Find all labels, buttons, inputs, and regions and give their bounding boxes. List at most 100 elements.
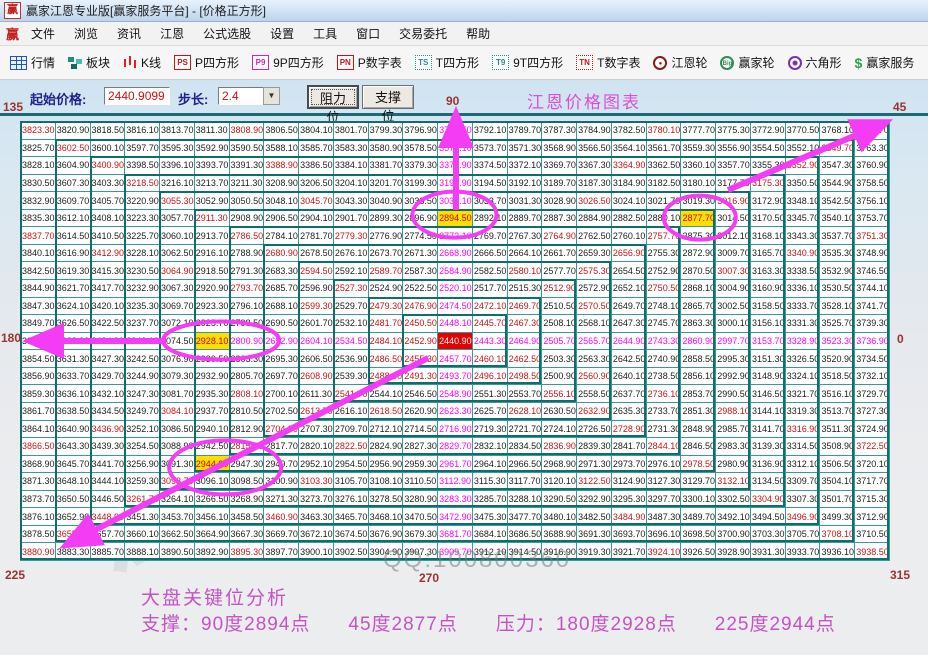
- grid-cell[interactable]: 3628.90: [55, 332, 91, 351]
- grid-cell[interactable]: 2709.70: [333, 420, 369, 439]
- grid-cell[interactable]: 3381.70: [368, 157, 404, 175]
- grid-cell[interactable]: 2906.50: [264, 209, 300, 228]
- grid-cell[interactable]: 2827.30: [403, 438, 439, 456]
- grid-cell[interactable]: 3074.50: [160, 332, 195, 351]
- grid-cell[interactable]: 2577.70: [542, 262, 578, 281]
- grid-cell[interactable]: 3840.10: [21, 244, 56, 263]
- grid-cell[interactable]: 3136.90: [750, 455, 786, 474]
- grid-cell[interactable]: 3223.30: [125, 209, 161, 228]
- grid-cell[interactable]: 2484.10: [368, 332, 404, 351]
- grid-cell[interactable]: 3451.30: [125, 508, 161, 526]
- grid-cell[interactable]: 3830.50: [21, 174, 56, 193]
- grid-cell[interactable]: 3626.50: [55, 315, 91, 333]
- grid-cell[interactable]: 3724.90: [855, 420, 890, 439]
- grid-cell[interactable]: 3516.10: [820, 385, 856, 403]
- grid-cell[interactable]: 3813.70: [160, 122, 195, 140]
- grid-cell[interactable]: 2930.50: [194, 350, 230, 368]
- grid-cell[interactable]: 2839.30: [577, 438, 612, 456]
- grid-cell[interactable]: 3028.90: [542, 192, 578, 210]
- grid-cell[interactable]: 3520.90: [820, 350, 856, 368]
- grid-cell[interactable]: 3033.70: [472, 192, 508, 210]
- grid-cell[interactable]: 2532.10: [333, 315, 369, 333]
- grid-cell[interactable]: 3818.50: [90, 122, 126, 140]
- grid-cell[interactable]: 3847.30: [21, 297, 56, 316]
- step-select-value[interactable]: 2.4: [218, 87, 264, 105]
- grid-cell[interactable]: 2983.30: [716, 438, 751, 456]
- grid-cell[interactable]: 2772.10: [438, 227, 473, 245]
- grid-cell[interactable]: 3050.50: [229, 192, 265, 210]
- grid-cell[interactable]: 3722.50: [855, 438, 890, 456]
- grid-cell[interactable]: 3904.90: [368, 543, 404, 561]
- grid-cell[interactable]: 2560.90: [577, 367, 612, 386]
- toolbar-button-winner-wheel[interactable]: Big 赢家轮: [720, 54, 775, 71]
- grid-cell[interactable]: 3888.10: [125, 543, 161, 561]
- grid-cell[interactable]: 2952.10: [299, 455, 334, 474]
- grid-cell[interactable]: 3252.10: [125, 420, 161, 439]
- grid-cell[interactable]: 3235.30: [125, 297, 161, 316]
- grid-cell[interactable]: 2572.90: [577, 280, 612, 298]
- grid-cell[interactable]: 3672.10: [299, 525, 334, 544]
- grid-cell[interactable]: 3633.70: [55, 367, 91, 386]
- grid-cell[interactable]: 3307.30: [785, 490, 821, 509]
- grid-cell[interactable]: 3556.90: [716, 139, 751, 158]
- grid-cell[interactable]: 3484.90: [611, 508, 647, 526]
- grid-cell[interactable]: 2563.30: [577, 350, 612, 368]
- grid-cell[interactable]: 2887.30: [542, 209, 578, 228]
- grid-cell[interactable]: 3453.70: [160, 508, 195, 526]
- grid-cell[interactable]: 2649.70: [611, 297, 647, 316]
- grid-cell[interactable]: 2505.70: [542, 332, 578, 351]
- grid-cell[interactable]: 3465.70: [333, 508, 369, 526]
- grid-cell[interactable]: 3314.50: [785, 438, 821, 456]
- grid-cell[interactable]: 3472.90: [438, 508, 473, 526]
- grid-cell[interactable]: 2469.70: [507, 297, 543, 316]
- grid-cell[interactable]: 2556.10: [542, 385, 578, 403]
- grid-cell[interactable]: 3256.90: [125, 455, 161, 474]
- grid-cell[interactable]: 3604.90: [55, 157, 91, 175]
- grid-cell[interactable]: 3218.50: [125, 174, 161, 193]
- grid-cell[interactable]: 3429.70: [90, 367, 126, 386]
- grid-cell[interactable]: 3674.50: [333, 525, 369, 544]
- grid-cell[interactable]: 3278.50: [368, 490, 404, 509]
- grid-cell[interactable]: 2498.50: [507, 367, 543, 386]
- grid-cell[interactable]: 2899.30: [368, 209, 404, 228]
- grid-cell-center[interactable]: 2440.90: [438, 332, 473, 351]
- grid-cell[interactable]: 3055.30: [160, 192, 195, 210]
- grid-cell[interactable]: 2836.90: [542, 438, 578, 456]
- grid-cell[interactable]: 2445.70: [472, 315, 508, 333]
- grid-cell[interactable]: 3156.10: [750, 315, 786, 333]
- grid-cell[interactable]: 2659.30: [577, 244, 612, 263]
- grid-cell[interactable]: 3261.70: [125, 490, 161, 509]
- grid-cell[interactable]: 3249.70: [125, 402, 161, 421]
- grid-cell[interactable]: 3607.30: [55, 174, 91, 193]
- grid-cell[interactable]: 2443.30: [472, 332, 508, 351]
- grid-cell[interactable]: 3211.30: [229, 174, 265, 193]
- grid-cell[interactable]: 3578.50: [403, 139, 439, 158]
- grid-cell[interactable]: 2920.90: [194, 280, 230, 298]
- grid-cell[interactable]: 3616.90: [55, 244, 91, 263]
- grid-cell[interactable]: 3784.90: [577, 122, 612, 140]
- grid-cell[interactable]: 3772.90: [750, 122, 786, 140]
- grid-cell[interactable]: 3391.30: [229, 157, 265, 175]
- grid-cell[interactable]: 3388.90: [264, 157, 300, 175]
- grid-cell[interactable]: 3662.50: [160, 525, 195, 544]
- grid-cell[interactable]: 3266.50: [194, 490, 230, 509]
- grid-cell[interactable]: 2452.90: [403, 332, 439, 351]
- grid-cell[interactable]: 2853.70: [681, 385, 717, 403]
- grid-cell[interactable]: 3897.70: [264, 543, 300, 561]
- grid-cell[interactable]: 2978.50: [681, 455, 717, 474]
- grid-cell[interactable]: 2786.50: [229, 227, 265, 245]
- grid-cell[interactable]: 3242.50: [125, 350, 161, 368]
- grid-cell[interactable]: 2781.70: [299, 227, 334, 245]
- resistance-button[interactable]: 阻力位: [307, 85, 359, 125]
- grid-cell[interactable]: 3518.50: [820, 367, 856, 386]
- grid-cell[interactable]: 2757.70: [646, 227, 682, 245]
- grid-cell[interactable]: 3177.70: [716, 174, 751, 193]
- grid-cell[interactable]: 2889.70: [507, 209, 543, 228]
- grid-cell[interactable]: 3907.30: [403, 543, 439, 561]
- grid-cell[interactable]: 3864.10: [21, 420, 56, 439]
- grid-cell[interactable]: 3036.10: [438, 192, 473, 210]
- grid-cell[interactable]: 3816.10: [125, 122, 161, 140]
- grid-cell[interactable]: 3780.10: [646, 122, 682, 140]
- grid-cell[interactable]: 2815.30: [229, 438, 265, 456]
- grid-cell[interactable]: 3624.10: [55, 297, 91, 316]
